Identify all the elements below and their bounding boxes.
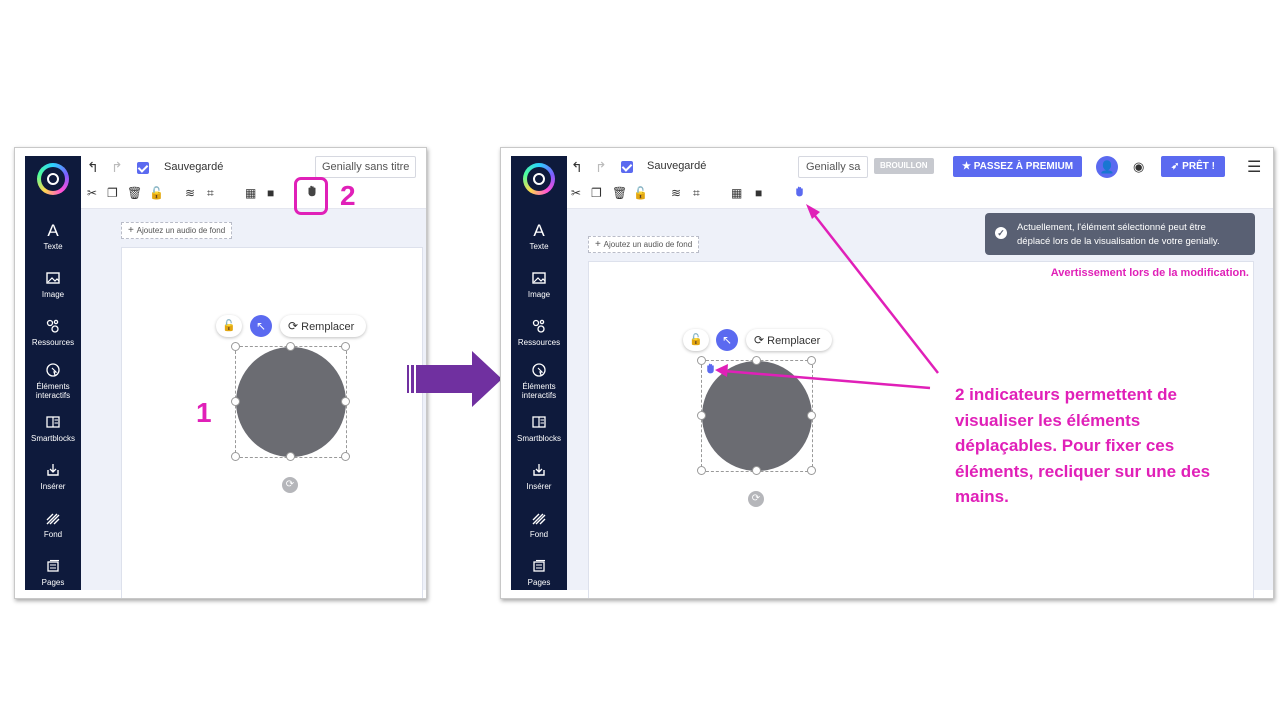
callout-arrows (715, 204, 939, 390)
explanation-text: 2 indicateurs permettent de visualiser l… (955, 385, 1211, 506)
